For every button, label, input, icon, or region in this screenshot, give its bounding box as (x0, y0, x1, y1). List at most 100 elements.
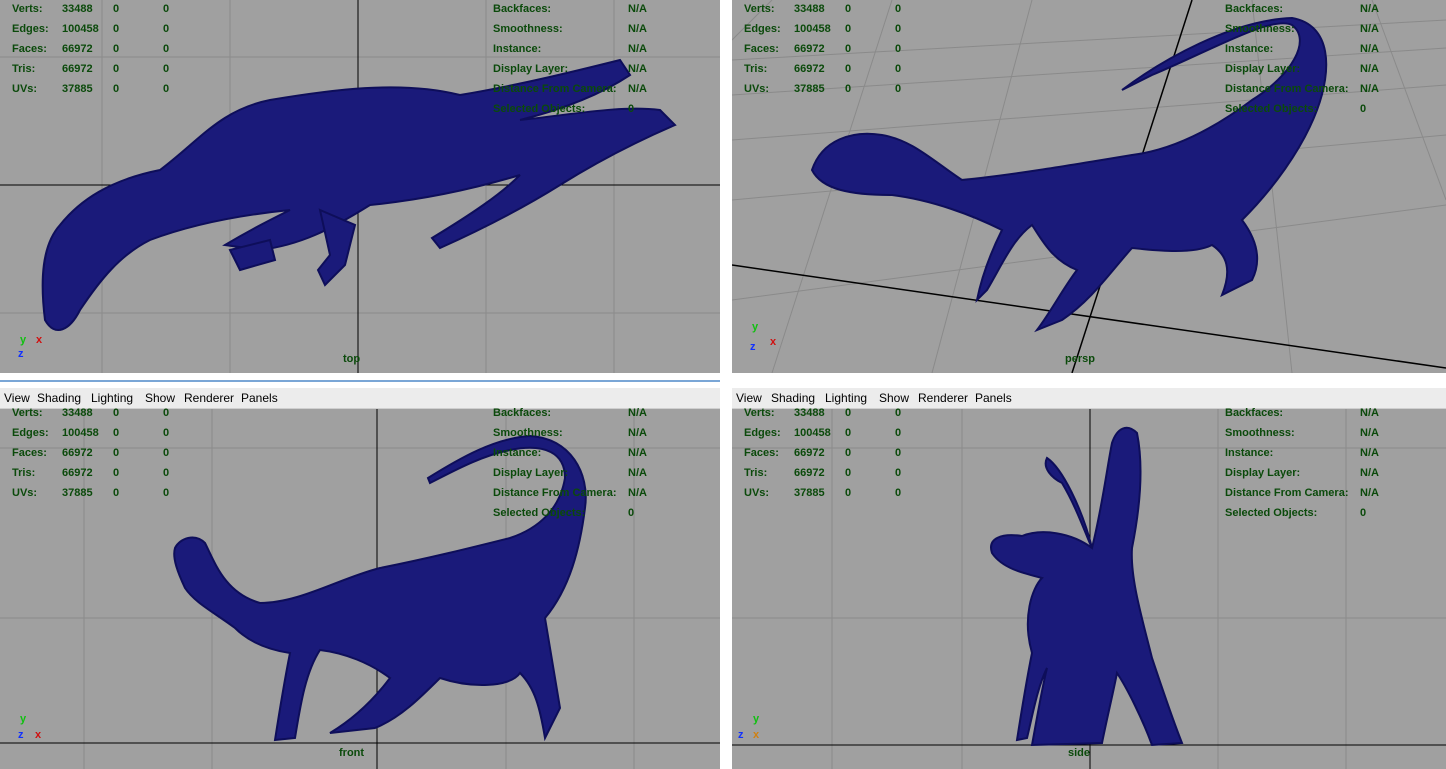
axis-gizmo-persp: y z x (750, 321, 790, 355)
pane-divider-vertical[interactable] (720, 0, 732, 769)
hud-info-value: N/A (1360, 23, 1379, 35)
top-grid (0, 0, 720, 373)
hud-stat-c2: 0 (163, 23, 170, 35)
hud-stat-value: 37885 (794, 83, 825, 95)
camera-label-top: top (343, 353, 361, 365)
viewport-side[interactable]: View Shading Lighting Show Renderer Pane… (732, 388, 1446, 769)
hud-stat-label: UVs: (12, 83, 38, 95)
axis-gizmo-side: y z x (738, 713, 778, 743)
hud-info-label: Backfaces: (1225, 407, 1284, 419)
hud-stat-value: 100458 (794, 23, 831, 35)
hud-stat-label: Faces: (12, 43, 47, 55)
hud-stat-label: Tris: (744, 63, 768, 75)
hud-info-label: Smoothness: (1225, 23, 1295, 35)
hud-stat-value: 37885 (794, 487, 825, 499)
hud-stat-c2: 0 (163, 447, 170, 459)
axis-y-label: y (20, 713, 27, 725)
hud-info-label: Instance: (1225, 43, 1274, 55)
hud-info-value: N/A (628, 63, 647, 75)
axis-x-label: x (35, 729, 42, 741)
hud-stat-c2: 0 (163, 43, 170, 55)
dinosaur-mesh-side (990, 426, 1184, 747)
hud-stat-value: 100458 (62, 427, 99, 439)
hud-stat-c1: 0 (113, 43, 120, 55)
axis-y-label: y (752, 321, 759, 333)
hud-stat-c2: 0 (895, 23, 902, 35)
hud-stat-c2: 0 (895, 487, 902, 499)
hud-info-value: 0 (1360, 103, 1367, 115)
hud-info-value: N/A (1360, 427, 1379, 439)
hud-stat-value: 37885 (62, 83, 93, 95)
camera-label-persp: persp (1065, 353, 1095, 365)
persp-grid (732, 0, 1446, 373)
hud-stat-label: Faces: (744, 43, 779, 55)
hud-stat-c2: 0 (163, 487, 170, 499)
hud-info-label: Backfaces: (493, 407, 552, 419)
hud-stat-c2: 0 (163, 467, 170, 479)
hud-stat-label: UVs: (744, 487, 770, 499)
hud-info-value: N/A (1360, 407, 1379, 419)
hud-stat-label: Edges: (744, 23, 781, 35)
hud-stat-c2: 0 (895, 83, 902, 95)
hud-info-label: Selected Objects: (493, 507, 586, 519)
axis-z-label: z (750, 341, 756, 353)
hud-info-value: N/A (1360, 43, 1379, 55)
hud-info-value: N/A (628, 467, 647, 479)
hud-stat-c1: 0 (113, 83, 120, 95)
axis-x-label: x (770, 336, 777, 348)
hud-info-label: Selected Objects: (1225, 507, 1318, 519)
hud-stat-value: 66972 (62, 447, 93, 459)
hud-stat-c2: 0 (895, 43, 902, 55)
hud-info-label: Display Layer: (1225, 467, 1301, 479)
hud-stat-c1: 0 (113, 487, 120, 499)
hud-info-label: Distance From Camera: (1225, 83, 1349, 95)
hud-info-value: 0 (628, 103, 635, 115)
hud-stat-label: UVs: (744, 83, 770, 95)
hud-stat-c2: 0 (163, 63, 170, 75)
hud-info-value: N/A (628, 407, 647, 419)
hud-stat-label: UVs: (12, 487, 38, 499)
hud-info-label: Backfaces: (1225, 3, 1284, 15)
hud-info-value: N/A (628, 487, 647, 499)
hud-info-label: Display Layer: (493, 467, 569, 479)
hud-stat-value: 33488 (62, 407, 93, 419)
hud-stat-value: 100458 (794, 427, 831, 439)
dinosaur-mesh-front (173, 434, 587, 742)
hud-info-label: Instance: (493, 447, 542, 459)
axis-gizmo-top: y z x (16, 334, 56, 364)
camera-label-side: side (1068, 747, 1091, 759)
hud-stat-c2: 0 (163, 3, 170, 15)
hud-stat-c1: 0 (845, 407, 852, 419)
hud-stat-label: Tris: (12, 63, 36, 75)
axis-z-label: z (738, 729, 744, 741)
hud-stat-c2: 0 (895, 63, 902, 75)
hud-stat-label: Verts: (744, 3, 775, 15)
hud-stat-c1: 0 (845, 63, 852, 75)
hud-stat-c1: 0 (845, 3, 852, 15)
hud-stat-c1: 0 (845, 427, 852, 439)
axis-y-label: y (753, 713, 760, 725)
dinosaur-mesh-top (41, 58, 677, 332)
hud-info-value: N/A (1360, 63, 1379, 75)
hud-stat-label: Verts: (744, 407, 775, 419)
viewport-top[interactable]: top y z x (0, 0, 720, 373)
axis-gizmo-front: y z x (16, 713, 56, 743)
viewport-front[interactable]: View Shading Lighting Show Renderer Pane… (0, 388, 720, 769)
hud-stat-c1: 0 (113, 407, 120, 419)
hud-stat-c2: 0 (163, 407, 170, 419)
viewport-persp[interactable]: persp y z x (732, 0, 1446, 373)
axis-y-label: y (20, 334, 27, 346)
hud-info-value: N/A (628, 83, 647, 95)
hud-info-label: Smoothness: (1225, 427, 1295, 439)
hud-stat-c1: 0 (113, 3, 120, 15)
hud-stat-c2: 0 (895, 447, 902, 459)
hud-stat-c1: 0 (845, 23, 852, 35)
hud-stat-c1: 0 (845, 43, 852, 55)
hud-stat-c1: 0 (845, 487, 852, 499)
hud-info-value: N/A (1360, 83, 1379, 95)
hud-info-value: N/A (628, 43, 647, 55)
hud-stat-c1: 0 (113, 467, 120, 479)
hud-stat-c1: 0 (845, 447, 852, 459)
hud-stat-label: Tris: (744, 467, 768, 479)
hud-stat-value: 66972 (62, 63, 93, 75)
